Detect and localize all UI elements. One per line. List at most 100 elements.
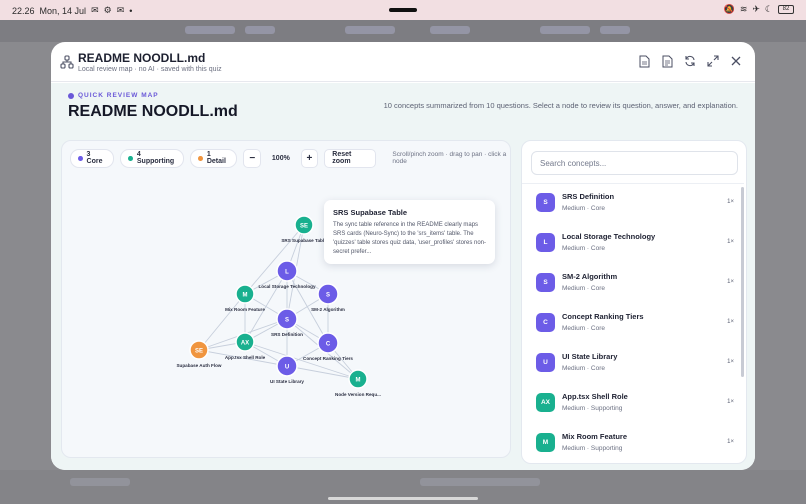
concept-name: SM-2 Algorithm bbox=[562, 272, 618, 281]
export-text-button[interactable] bbox=[660, 54, 674, 68]
concept-list-item[interactable]: L Local Storage Technology Medium · Core 1× bbox=[522, 224, 744, 264]
legend-dot bbox=[198, 155, 203, 161]
zoom-out-button[interactable]: − bbox=[243, 148, 262, 168]
concept-count: 1× bbox=[727, 199, 734, 205]
node-badge: M bbox=[356, 377, 361, 383]
graph-node[interactable]: L Local Storage Technology bbox=[258, 260, 316, 289]
node-label: Concept Ranking Tiers bbox=[303, 356, 353, 361]
node-badge: C bbox=[326, 341, 331, 347]
background-text bbox=[70, 478, 130, 486]
concept-list-item[interactable]: M Mix Room Feature Medium · Supporting 1× bbox=[522, 424, 744, 463]
graph-node[interactable]: C Concept Ranking Tiers bbox=[303, 332, 353, 361]
close-icon bbox=[731, 56, 741, 66]
concept-name: Concept Ranking Tiers bbox=[562, 312, 644, 321]
page-title: README NOODLL.md bbox=[68, 103, 238, 120]
graph-node[interactable]: SE Supabase Auth Flow bbox=[176, 340, 222, 368]
node-badge: U bbox=[285, 364, 289, 370]
concept-badge: AX bbox=[536, 393, 555, 412]
map-canvas[interactable]: SE SRS Supabase Table L Local Storage Techn… bbox=[62, 175, 510, 457]
map-hint: Scroll/pinch zoom · drag to pan · click … bbox=[392, 151, 507, 165]
concepts-panel: S SRS Definition Medium · Core 1× L Local Sto… bbox=[521, 140, 747, 464]
refresh-button[interactable] bbox=[683, 54, 697, 68]
concept-meta: Medium · Core bbox=[562, 285, 605, 292]
concept-name: Mix Room Feature bbox=[562, 432, 628, 441]
node-tooltip: SRS Supabase Table The sync table refere… bbox=[324, 200, 495, 264]
mail-icon: ✉ bbox=[116, 5, 125, 15]
node-label: UI State Library bbox=[270, 379, 304, 384]
concept-list-item[interactable]: C Concept Ranking Tiers Medium · Core 1× bbox=[522, 304, 744, 344]
home-indicator[interactable] bbox=[328, 497, 478, 500]
concept-meta: Medium · Core bbox=[562, 365, 605, 372]
concept-meta: Medium · Supporting bbox=[562, 405, 623, 412]
reset-zoom-button[interactable]: Reset zoom bbox=[324, 148, 377, 168]
search-concepts-input[interactable] bbox=[531, 151, 738, 175]
concept-list-item[interactable]: AX App.tsx Shell Role Medium · Supporting 1… bbox=[522, 384, 744, 424]
concept-list-item[interactable]: U UI State Library Medium · Core 1× bbox=[522, 344, 744, 384]
graph-node[interactable]: S SM-2 Algorithm bbox=[311, 283, 345, 312]
airplane-icon: ✈ bbox=[752, 4, 760, 14]
zoom-level: 100% bbox=[271, 154, 290, 162]
file-text-icon bbox=[662, 55, 672, 67]
zoom-in-button[interactable]: + bbox=[300, 148, 319, 168]
concept-name: UI State Library bbox=[562, 352, 618, 361]
node-label: Local Storage Technology bbox=[258, 284, 316, 289]
concept-badge: S bbox=[536, 273, 555, 292]
modal-actions bbox=[637, 54, 743, 68]
node-badge: L bbox=[285, 269, 289, 275]
status-date: Mon, 14 Jul bbox=[39, 5, 87, 16]
legend-dot bbox=[78, 155, 83, 161]
graph-edge bbox=[286, 365, 359, 380]
concept-list-item[interactable]: S SRS Definition Medium · Core 1× bbox=[522, 184, 744, 224]
node-label: Mix Room Feature bbox=[225, 307, 265, 312]
dot-icon: • bbox=[129, 5, 133, 16]
camera-pill bbox=[389, 8, 417, 12]
node-label: Supabase Auth Flow bbox=[176, 363, 221, 368]
node-badge: M bbox=[243, 292, 248, 298]
legend-core-chip: 3 Core bbox=[70, 148, 115, 168]
summary-text: 10 concepts summarized from 10 questions… bbox=[383, 101, 738, 110]
background-text bbox=[420, 478, 540, 486]
tooltip-body: The sync table reference in the README c… bbox=[333, 222, 486, 255]
concept-meta: Medium · Core bbox=[562, 325, 605, 332]
close-button[interactable] bbox=[729, 54, 743, 68]
node-badge: S bbox=[326, 292, 330, 298]
concept-count: 1× bbox=[727, 439, 734, 445]
concept-name: App.tsx Shell Role bbox=[562, 392, 628, 401]
concept-badge: S bbox=[536, 193, 555, 212]
background-tab bbox=[600, 26, 630, 34]
node-label: App.tsx Shell Role bbox=[225, 355, 266, 360]
background-tab bbox=[245, 26, 275, 34]
concept-count: 1× bbox=[727, 319, 734, 325]
node-label: SM-2 Algorithm bbox=[311, 307, 345, 312]
graph-node[interactable]: M Mix Room Feature bbox=[225, 284, 265, 312]
background-tab bbox=[540, 26, 590, 34]
concept-list-item[interactable]: S SM-2 Algorithm Medium · Core 1× bbox=[522, 264, 744, 304]
modal-subtitle: Local review map · no AI · saved with th… bbox=[78, 66, 222, 73]
battery-icon: 82 bbox=[778, 5, 794, 14]
legend-dot bbox=[128, 155, 133, 161]
notification-icon: ✉ bbox=[91, 5, 99, 15]
concept-badge: C bbox=[536, 313, 555, 332]
legend-label: 3 Core bbox=[86, 151, 103, 165]
concept-count: 1× bbox=[727, 399, 734, 405]
node-badge: SE bbox=[300, 223, 308, 229]
mute-icon: 🔕 bbox=[723, 4, 735, 14]
node-label: SRS Definition bbox=[271, 332, 303, 337]
expand-button[interactable] bbox=[706, 54, 720, 68]
legend-supporting-chip: 4 Supporting bbox=[120, 148, 185, 168]
list-scrollbar[interactable] bbox=[741, 187, 744, 377]
modal-header: README NOODLL.md Local review map · no A… bbox=[51, 42, 755, 82]
wifi-icon: ≋ bbox=[739, 4, 748, 14]
kicker-dot-icon bbox=[68, 92, 74, 99]
export-document-button[interactable] bbox=[637, 54, 651, 68]
concept-badge: U bbox=[536, 353, 555, 372]
network-icon bbox=[60, 55, 74, 69]
node-label: Node Version Requ... bbox=[335, 392, 381, 397]
document-icon bbox=[639, 55, 649, 67]
background-app-header bbox=[0, 20, 806, 42]
legend-detail-chip: 1 Detail bbox=[190, 148, 238, 168]
legend-label: 4 Supporting bbox=[136, 151, 175, 165]
graph-node[interactable]: SE SRS Supabase Table bbox=[281, 215, 327, 243]
map-toolbar: 3 Core 4 Supporting 1 Detail − 100% + Re… bbox=[62, 141, 510, 175]
review-map-modal: README NOODLL.md Local review map · no A… bbox=[51, 42, 755, 470]
